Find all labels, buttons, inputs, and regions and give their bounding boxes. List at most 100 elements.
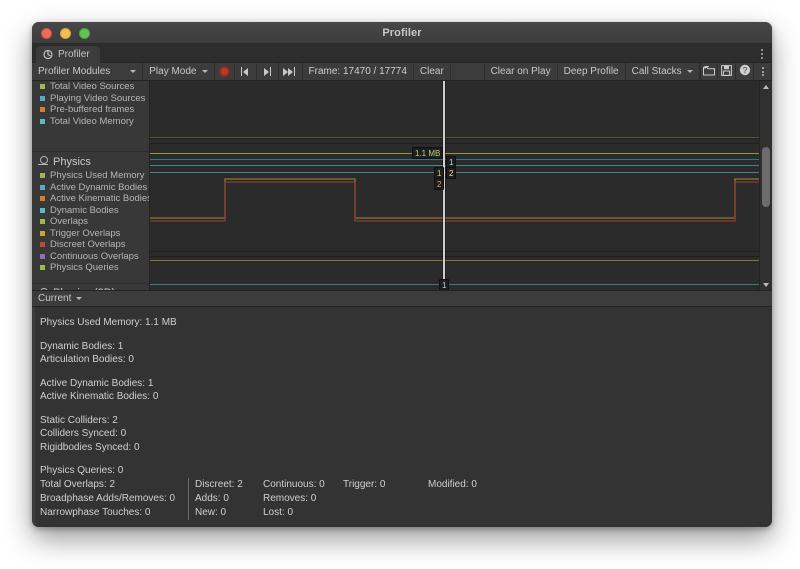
- detail-cell: [343, 492, 428, 506]
- chart-section-video: [150, 81, 759, 139]
- minimize-button[interactable]: [60, 28, 71, 39]
- detail-cell: Discreet: 2: [188, 478, 263, 492]
- tab-options-icon[interactable]: [757, 47, 767, 60]
- record-button[interactable]: [215, 63, 235, 80]
- detail-table-row: Broadphase Adds/Removes: 0 Adds: 0 Remov…: [40, 492, 772, 506]
- chart-value-tag-trigger-overlaps: 2: [446, 167, 456, 179]
- prev-frame-button[interactable]: [235, 63, 257, 80]
- more-options-button[interactable]: [754, 63, 772, 80]
- legend-item[interactable]: Physics Used Memory: [32, 170, 149, 182]
- save-icon: [721, 65, 732, 79]
- legend-item[interactable]: Discreet Overlaps: [32, 239, 149, 251]
- clear-button[interactable]: Clear: [414, 63, 451, 80]
- detail-line: Active Dynamic Bodies: 1: [40, 377, 772, 391]
- detail-line: Rigidbodies Synced: 0: [40, 441, 772, 455]
- tab-strip: Profiler: [32, 44, 772, 63]
- chart-section-physics-2d: [150, 256, 759, 290]
- detail-line: Dynamic Bodies: 1: [40, 340, 772, 354]
- legend-item[interactable]: Pre-buffered frames: [32, 104, 149, 116]
- module-divider: [32, 283, 149, 284]
- chart-line-physics2d-counter: [150, 284, 759, 285]
- tab-profiler[interactable]: Profiler: [36, 46, 100, 63]
- next-frame-button[interactable]: [257, 63, 279, 80]
- legend-label: Total Video Memory: [50, 116, 134, 127]
- help-button[interactable]: ?: [736, 63, 754, 80]
- chart-panel[interactable]: 1.1 MB 1 1 2 2 1: [150, 81, 759, 290]
- detail-line: Colliders Synced: 0: [40, 427, 772, 441]
- details-pane: Physics Used Memory: 1.1 MB Dynamic Bodi…: [32, 307, 772, 527]
- profiler-modules-dropdown[interactable]: Profiler Modules: [32, 63, 143, 80]
- legend-swatch: [40, 185, 45, 190]
- current-frame-dropdown[interactable]: Current: [32, 291, 88, 306]
- detail-line: Physics Queries: 0: [40, 464, 772, 478]
- chart-line-total-bodies: [150, 260, 759, 261]
- profiler-modules-label: Profiler Modules: [38, 66, 110, 77]
- clear-on-play-toggle[interactable]: Clear on Play: [485, 63, 558, 80]
- legend-label: Physics Queries: [50, 262, 119, 273]
- tab-profiler-label: Profiler: [58, 49, 90, 60]
- help-icon: ?: [739, 64, 751, 79]
- module-physics-title: Physics: [53, 156, 91, 168]
- detail-cell: Adds: 0: [188, 492, 263, 506]
- scroll-up-button[interactable]: [760, 81, 772, 92]
- detail-cell: [428, 506, 518, 520]
- module-video: Total Video Sources Playing Video Source…: [32, 81, 149, 127]
- detail-cell: Modified: 0: [428, 478, 518, 492]
- legend-item[interactable]: Physics Queries: [32, 262, 149, 274]
- chevron-up-icon: [763, 85, 769, 89]
- legend-item[interactable]: Playing Video Sources: [32, 93, 149, 105]
- detail-table-row: Total Overlaps: 2 Discreet: 2 Continuous…: [40, 478, 772, 492]
- scroll-down-button[interactable]: [760, 279, 772, 290]
- legend-label: Trigger Overlaps: [50, 228, 120, 239]
- detail-cell: Trigger: 0: [343, 478, 428, 492]
- legend-label: Active Dynamic Bodies: [50, 182, 147, 193]
- detail-cell: Broadphase Adds/Removes: 0: [40, 492, 188, 506]
- legend-swatch: [40, 173, 45, 178]
- legend-item[interactable]: Active Dynamic Bodies: [32, 182, 149, 194]
- call-stacks-label: Call Stacks: [632, 66, 682, 77]
- play-mode-dropdown[interactable]: Play Mode: [143, 63, 214, 80]
- charts-region: Total Video Sources Playing Video Source…: [32, 81, 772, 290]
- module-physics-2d[interactable]: Physics (2D) Total Bodies: [32, 285, 149, 291]
- prev-frame-icon: [239, 66, 252, 77]
- legend-item[interactable]: Total Video Memory: [32, 116, 149, 128]
- detail-cell: [343, 506, 428, 520]
- detail-cell: [428, 492, 518, 506]
- clear-label: Clear: [420, 66, 444, 77]
- module-physics-2d-title: Physics (2D): [53, 287, 115, 290]
- detail-spacer: [40, 404, 772, 414]
- chart-scrollbar[interactable]: [759, 81, 772, 290]
- legend-label: Playing Video Sources: [50, 93, 145, 104]
- profiler-toolbar: Profiler Modules Play Mode: [32, 63, 772, 81]
- legend-item[interactable]: Overlaps: [32, 216, 149, 228]
- module-legend-list[interactable]: Total Video Sources Playing Video Source…: [32, 81, 150, 290]
- legend-item[interactable]: Trigger Overlaps: [32, 228, 149, 240]
- legend-item[interactable]: Continuous Overlaps: [32, 251, 149, 263]
- module-physics-header[interactable]: Physics: [32, 153, 149, 170]
- call-stacks-dropdown[interactable]: Call Stacks: [626, 63, 700, 80]
- detail-line: Physics Used Memory: 1.1 MB: [40, 316, 772, 330]
- physics-module-icon: [38, 156, 48, 167]
- load-profile-button[interactable]: [701, 63, 719, 80]
- legend-swatch: [40, 107, 45, 112]
- chart-scrollbar-thumb[interactable]: [762, 147, 770, 207]
- detail-spacer: [40, 454, 772, 464]
- physics-2d-module-icon: [38, 288, 48, 291]
- legend-item[interactable]: Dynamic Bodies: [32, 205, 149, 217]
- save-profile-button[interactable]: [718, 63, 736, 80]
- detail-line: Active Kinematic Bodies: 0: [40, 390, 772, 404]
- legend-item[interactable]: Active Kinematic Bodies: [32, 193, 149, 205]
- deep-profile-toggle[interactable]: Deep Profile: [558, 63, 626, 80]
- module-physics-spacer: [32, 274, 149, 280]
- last-frame-button[interactable]: [279, 63, 303, 80]
- detail-line: Articulation Bodies: 0: [40, 353, 772, 367]
- legend-item[interactable]: Total Video Sources: [32, 81, 149, 93]
- legend-label: Total Video Sources: [50, 81, 134, 92]
- module-physics-2d-header[interactable]: Physics (2D): [32, 285, 149, 291]
- legend-swatch: [40, 119, 45, 124]
- module-physics[interactable]: Physics Physics Used Memory Active Dynam…: [32, 153, 149, 274]
- chart-top-border: [150, 256, 759, 257]
- zoom-button[interactable]: [79, 28, 90, 39]
- close-button[interactable]: [41, 28, 52, 39]
- profiler-body: Total Video Sources Playing Video Source…: [32, 81, 772, 527]
